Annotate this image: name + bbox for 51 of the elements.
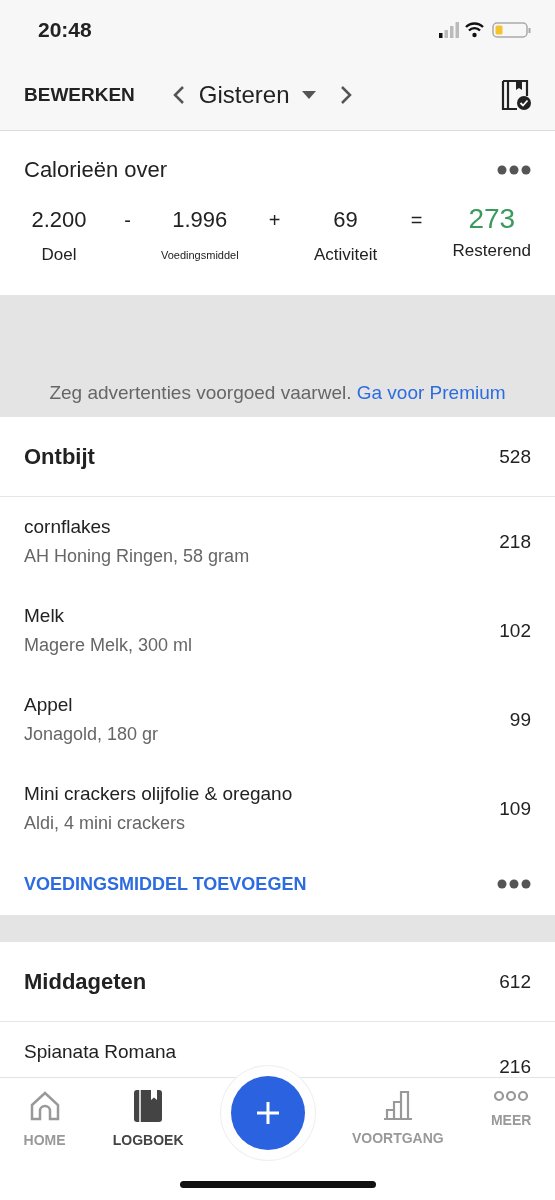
calorie-label: Activiteit (313, 245, 378, 265)
clock-time: 20:48 (38, 18, 92, 42)
plus-icon (255, 1101, 280, 1125)
food-calories: 216 (499, 1055, 531, 1078)
calorie-label: Resterend (452, 241, 531, 261)
date-selector[interactable]: Gisteren (198, 81, 316, 109)
calorie-value: 69 (333, 207, 358, 233)
food-name[interactable]: Spianata Romana (24, 1041, 177, 1063)
card-title: Calorieën over (24, 157, 168, 183)
remaining-calories: 273 (468, 203, 516, 229)
battery-icon (492, 22, 531, 38)
food-calories: 99 (509, 708, 531, 731)
meal-title: Ontbijt (24, 443, 95, 470)
operator-sign: = (410, 208, 423, 232)
edit-button[interactable]: BEWERKEN (24, 84, 135, 106)
food-detail: Aldi, 4 mini crackers (24, 813, 187, 834)
bar-chart-icon (382, 1090, 413, 1120)
caret-icon (301, 91, 316, 99)
chevron-right-icon[interactable] (339, 85, 352, 105)
calorie-label: Doel (41, 245, 77, 265)
food-name[interactable]: Mini crackers olijfolie & oregano (24, 783, 293, 805)
calorie-label: Voedingsmiddel (160, 249, 239, 261)
meal-total: 528 (499, 445, 531, 468)
more-icon[interactable] (497, 879, 531, 889)
food-detail: Magere Melk, 300 ml (24, 635, 193, 656)
add-food-link[interactable]: VOEDINGSMIDDEL TOEVOEGEN (24, 873, 307, 895)
premium-link[interactable]: Ga voor Premium (356, 382, 506, 403)
food-calories: 109 (499, 797, 531, 820)
food-calories: 102 (499, 619, 531, 642)
notebook-check-icon[interactable] (501, 80, 531, 110)
more-icon[interactable] (497, 165, 531, 175)
chevron-left-icon[interactable] (172, 85, 185, 105)
meal-total: 612 (499, 970, 531, 993)
operator-sign: + (268, 208, 281, 232)
signal-icon (439, 22, 459, 38)
home-icon (28, 1090, 61, 1122)
meal-title: Middageten (24, 968, 147, 995)
calorie-value: 2.200 (31, 207, 87, 233)
food-detail: AH Honing Ringen, 58 gram (24, 546, 250, 567)
food-name[interactable]: cornflakes (24, 516, 250, 538)
nav-tab[interactable]: LOGBOEK (112, 1090, 184, 1148)
wifi-icon (464, 22, 485, 38)
book-icon (134, 1090, 163, 1122)
food-calories: 218 (499, 530, 531, 553)
food-name[interactable]: Melk (24, 605, 193, 627)
food-name[interactable]: Appel (24, 694, 159, 716)
operator-sign: - (124, 208, 131, 232)
food-detail: Jonagold, 180 gr (24, 724, 159, 745)
ad-message: Zeg advertenties voorgoed vaarwel. Ga voor Premium (49, 382, 506, 404)
more-icon (494, 1090, 529, 1102)
calorie-value: 1.996 (172, 207, 228, 233)
